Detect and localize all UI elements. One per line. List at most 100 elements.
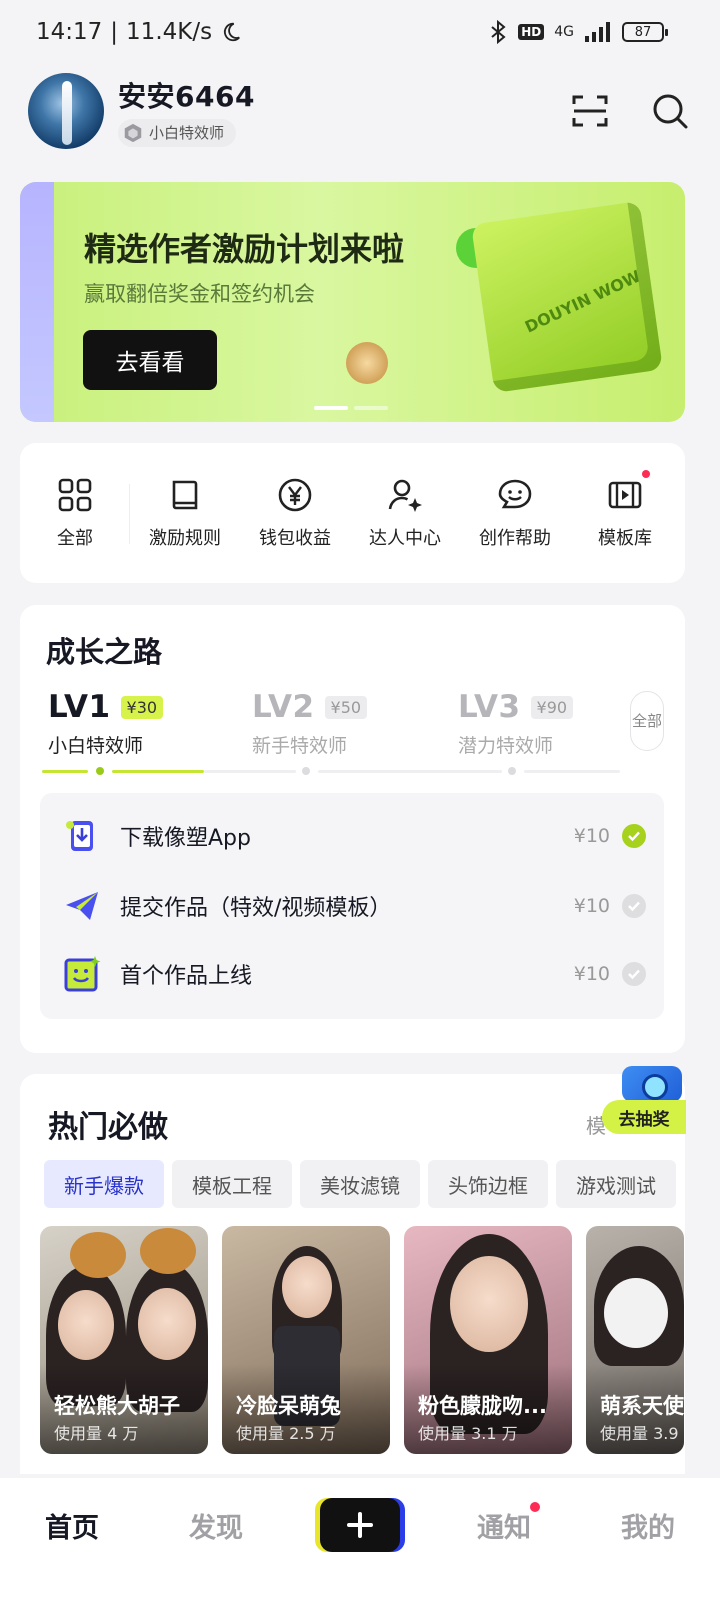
card-illustration: [138, 1288, 196, 1360]
chat-smile-icon: [498, 479, 532, 509]
network-speed: 11.4K/s: [126, 19, 213, 45]
bear-ears-icon: [140, 1228, 196, 1274]
signal-icon: [585, 22, 610, 42]
growth-title: 成长之路: [46, 635, 163, 669]
nav-notify[interactable]: 通知: [432, 1502, 576, 1545]
tab-headwear-frame[interactable]: 头饰边框: [428, 1160, 548, 1208]
username[interactable]: 安安6464: [118, 75, 255, 115]
banner-pagination: [314, 406, 388, 410]
status-right: HD 4G 87: [488, 20, 668, 44]
menu-label: 激励规则: [149, 528, 221, 549]
plus-icon: [347, 1512, 373, 1538]
level-code: LV2: [252, 689, 315, 725]
coin-icon: [346, 342, 388, 384]
menu-item-all[interactable]: 全部: [20, 476, 130, 550]
nav-home[interactable]: 首页: [0, 1506, 144, 1545]
progress-dot: [96, 767, 104, 775]
check-pending-icon: [622, 894, 646, 918]
status-left: 14:17 | 11.4K/s: [36, 19, 242, 45]
banner-dot: [354, 406, 388, 410]
level-code: LV1: [48, 689, 111, 725]
tab-template-project[interactable]: 模板工程: [172, 1160, 292, 1208]
status-separator: |: [110, 19, 119, 45]
lottery-button[interactable]: 去抽奖: [602, 1100, 686, 1134]
banner-subtitle: 赢取翻倍奖金和签约机会: [84, 282, 315, 306]
avatar[interactable]: [28, 73, 104, 149]
all-levels-button[interactable]: 全部: [630, 691, 664, 751]
template-card[interactable]: 轻松熊大胡子 使用量 4 万: [40, 1226, 208, 1454]
level-progress: [42, 767, 620, 777]
book-icon: [172, 480, 198, 510]
level-badge[interactable]: 小白特效师: [118, 118, 237, 147]
level-reward: ¥90: [530, 695, 574, 719]
status-bar: 14:17 | 11.4K/s HD 4G 87: [0, 0, 720, 64]
film-icon: [608, 481, 642, 509]
template-name: 冷脸呆萌兔: [236, 1394, 341, 1418]
menu-item-rules[interactable]: 激励规则: [130, 476, 240, 550]
card-illustration: [282, 1256, 332, 1318]
battery-icon: 87: [622, 22, 668, 42]
user-star-icon: [388, 479, 422, 512]
template-card[interactable]: 粉色朦胧吻... 使用量 3.1 万: [404, 1226, 572, 1454]
nav-discover[interactable]: 发现: [144, 1506, 288, 1545]
template-name: 轻松熊大胡子: [54, 1394, 180, 1418]
bottom-nav: 首页 发现 通知 我的: [0, 1478, 720, 1600]
growth-card: 成长之路 LV1 ¥30 小白特效师 LV2 ¥50 新手特效师 LV3 ¥90…: [20, 605, 685, 1053]
task-item[interactable]: 首个作品上线 ¥10: [62, 951, 646, 997]
menu-item-wallet[interactable]: 钱包收益: [240, 476, 350, 550]
battery-level: 87: [634, 24, 652, 40]
template-usage: 使用量 3.9: [600, 1424, 679, 1443]
task-item[interactable]: 提交作品（特效/视频模板） ¥10: [62, 883, 646, 929]
task-list: 下载像塑App ¥10 提交作品（特效/视频模板） ¥10 首个作品上线 ¥10: [40, 793, 664, 1019]
promo-banner[interactable]: 精选作者激励计划来啦 赢取翻倍奖金和签约机会 去看看 DOUYIN WOW: [20, 182, 685, 422]
template-cards: 轻松熊大胡子 使用量 4 万 冷脸呆萌兔 使用量 2.5 万 粉色朦胧吻... …: [40, 1226, 684, 1454]
banner-strip: [20, 182, 54, 422]
smile-frame-icon: [62, 954, 102, 994]
tab-beauty-filter[interactable]: 美妆滤镜: [300, 1160, 420, 1208]
template-usage: 使用量 2.5 万: [236, 1424, 336, 1443]
progress-segment: [42, 770, 88, 773]
template-name: 萌系天使: [600, 1394, 684, 1418]
task-label: 下载像塑App: [120, 826, 251, 851]
header-actions: [570, 91, 692, 131]
notification-dot: [530, 1502, 540, 1512]
tab-game-test[interactable]: 游戏测试: [556, 1160, 676, 1208]
progress-dot: [508, 767, 516, 775]
level-name: 潜力特效师: [458, 735, 554, 757]
progress-segment: [524, 770, 620, 773]
task-label: 首个作品上线: [120, 964, 253, 989]
task-reward: ¥10: [573, 895, 610, 917]
grid-icon: [58, 478, 92, 512]
scan-icon[interactable]: [570, 91, 610, 131]
hot-section: 热门必做 模 新手爆款 模板工程 美妆滤镜 头饰边框 游戏测试 轻松熊大胡子 使…: [20, 1074, 685, 1474]
user-info: 安安6464 小白特效师: [118, 75, 255, 148]
menu-item-creator-center[interactable]: 达人中心: [350, 476, 460, 550]
menu-item-template-library[interactable]: 模板库: [570, 470, 680, 550]
level-code: LV3: [458, 689, 521, 725]
card-illustration: [604, 1278, 668, 1348]
banner-title: 精选作者激励计划来啦: [84, 230, 405, 268]
level-reward: ¥50: [324, 695, 368, 719]
notification-dot: [642, 470, 650, 478]
banner-button[interactable]: 去看看: [83, 330, 217, 390]
task-item[interactable]: 下载像塑App ¥10: [62, 813, 646, 859]
paper-plane-icon: [62, 886, 102, 926]
level-badge-label: 小白特效师: [149, 124, 225, 142]
status-time: 14:17: [36, 19, 103, 45]
template-card[interactable]: 萌系天使 使用量 3.9: [586, 1226, 684, 1454]
menu-item-help[interactable]: 创作帮助: [460, 476, 570, 550]
tab-newbie-hits[interactable]: 新手爆款: [44, 1160, 164, 1208]
card-illustration: [450, 1256, 528, 1352]
search-icon[interactable]: [650, 91, 690, 131]
menu-label: 全部: [57, 528, 93, 549]
task-reward: ¥10: [573, 825, 610, 847]
create-button[interactable]: [320, 1498, 400, 1552]
nav-create[interactable]: [288, 1498, 432, 1552]
nav-me[interactable]: 我的: [576, 1506, 720, 1545]
check-done-icon: [622, 824, 646, 848]
level-3[interactable]: LV3 ¥90 潜力特效师: [458, 689, 574, 758]
camera-lottery-icon[interactable]: [622, 1066, 682, 1102]
template-card[interactable]: 冷脸呆萌兔 使用量 2.5 万: [222, 1226, 390, 1454]
level-1[interactable]: LV1 ¥30 小白特效师: [48, 689, 164, 758]
level-2[interactable]: LV2 ¥50 新手特效师: [252, 689, 368, 758]
